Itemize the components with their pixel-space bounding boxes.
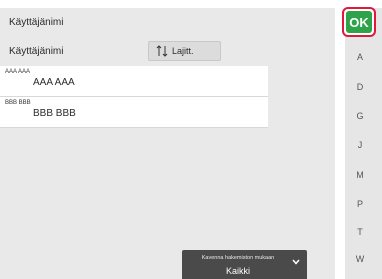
user-name: BBB BBB <box>33 108 76 119</box>
filter-dropdown[interactable]: Kavenna hakemiston mukaan Kaikki <box>182 250 307 279</box>
address-book-screen: Käyttäjänimi Käyttäjänimi Lajitt. AAA AA… <box>0 0 382 279</box>
index-letter-p[interactable]: P <box>345 199 375 209</box>
sort-icon <box>156 45 168 57</box>
ok-button[interactable]: OK <box>342 7 376 37</box>
index-letter-a[interactable]: A <box>345 52 375 62</box>
index-letter-t[interactable]: T <box>345 227 375 237</box>
index-letter-w[interactable]: W <box>345 254 375 264</box>
filter-caption: Kavenna hakemiston mukaan <box>201 255 275 261</box>
user-list: AAA AAA AAA AAA BBB BBB BBB BBB <box>0 66 268 128</box>
list-item[interactable]: BBB BBB BBB BBB <box>0 97 268 128</box>
filter-value: Kaikki <box>225 266 250 276</box>
sort-button[interactable]: Lajitt. <box>148 41 221 61</box>
sort-label: Lajitt. <box>172 46 194 56</box>
index-letter-m[interactable]: M <box>345 170 375 180</box>
page-title: Käyttäjänimi <box>9 17 64 28</box>
search-key: BBB BBB <box>5 100 31 106</box>
main-panel: Käyttäjänimi Käyttäjänimi Lajitt. AAA AA… <box>0 8 335 279</box>
list-header: Käyttäjänimi Lajitt. <box>0 38 270 62</box>
chevron-down-icon <box>292 259 300 265</box>
user-name: AAA AAA <box>33 77 75 88</box>
ok-label: OK <box>346 11 372 33</box>
search-key: AAA AAA <box>5 69 31 75</box>
list-item[interactable]: AAA AAA AAA AAA <box>0 66 268 97</box>
index-letter-g[interactable]: G <box>345 111 375 121</box>
index-letter-d[interactable]: D <box>345 82 375 92</box>
index-letter-j[interactable]: J <box>345 140 375 150</box>
column-label: Käyttäjänimi <box>9 46 64 57</box>
